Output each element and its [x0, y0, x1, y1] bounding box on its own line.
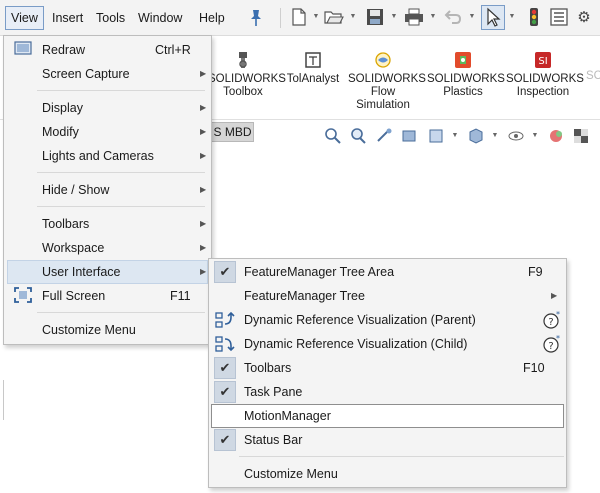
open-dropdown-icon[interactable]: ▼: [349, 13, 357, 21]
tolanalyst-icon: [303, 50, 323, 70]
apply-scene-icon[interactable]: [571, 126, 591, 146]
submenu-arrow-icon: ▶: [200, 69, 207, 78]
svg-text:*: *: [556, 335, 560, 343]
inspection-button[interactable]: SI SOLIDWORKS Inspection: [506, 50, 584, 99]
help-icon[interactable]: ? *: [543, 334, 561, 353]
checkmark-icon: ✔: [214, 429, 236, 451]
toolbox-icon: [233, 50, 253, 70]
undo-dropdown-icon[interactable]: ▼: [468, 13, 476, 21]
menu-item-user-interface[interactable]: User Interface ▶: [7, 260, 208, 284]
options-icon[interactable]: ⚙: [573, 6, 595, 28]
tolanalyst-button[interactable]: TolAnalyst: [284, 50, 342, 86]
submenu-arrow-icon: ▶: [200, 219, 207, 228]
user-interface-submenu: ✔ FeatureManager Tree Area F9 FeatureMan…: [208, 258, 567, 488]
new-dropdown-icon[interactable]: ▼: [312, 13, 320, 21]
menu-tools[interactable]: Tools: [91, 6, 130, 30]
submenu-arrow-icon: ▶: [200, 103, 207, 112]
print-icon[interactable]: [403, 6, 425, 28]
dynamic-annotation-icon[interactable]: [426, 126, 446, 146]
menu-window[interactable]: Window: [133, 6, 187, 30]
new-document-icon[interactable]: [288, 6, 310, 28]
menu-item-modify[interactable]: Modify ▶: [7, 120, 208, 144]
menu-item-featuremanager-tree[interactable]: FeatureManager Tree ▶: [211, 284, 564, 308]
menu-item-motionmanager[interactable]: MotionManager: [211, 404, 564, 428]
svg-text:SI: SI: [538, 56, 547, 67]
rebuild-icon[interactable]: [523, 6, 545, 28]
open-icon[interactable]: [323, 6, 345, 28]
submenu-arrow-icon: ▶: [200, 185, 207, 194]
section-view-icon[interactable]: [399, 126, 419, 146]
file-properties-icon[interactable]: [548, 6, 570, 28]
panel-edge: [0, 380, 4, 420]
view-menu: Redraw Ctrl+R Screen Capture ▶ Display ▶…: [3, 35, 212, 345]
menu-item-hide-show[interactable]: Hide / Show ▶: [7, 178, 208, 202]
menu-item-status-bar[interactable]: ✔ Status Bar: [211, 428, 564, 452]
menu-item-display[interactable]: Display ▶: [7, 96, 208, 120]
menu-item-task-pane[interactable]: ✔ Task Pane: [211, 380, 564, 404]
menu-item-toolbars-toggle[interactable]: ✔ Toolbars F10: [211, 356, 564, 380]
checkmark-icon: ✔: [214, 357, 236, 379]
menu-view[interactable]: View: [5, 6, 44, 30]
menu-item-lights-cameras[interactable]: Lights and Cameras ▶: [7, 144, 208, 168]
menu-bar: View Insert Tools Window Help ▼ ▼ ▼ ▼ ▼ …: [0, 0, 600, 36]
pin-icon[interactable]: [248, 9, 264, 27]
menu-item-dynamic-reference-child[interactable]: Dynamic Reference Visualization (Child) …: [211, 332, 564, 356]
submenu-arrow-icon: ▶: [200, 243, 207, 252]
svg-text:?: ?: [548, 341, 553, 352]
menu-item-toolbars[interactable]: Toolbars ▶: [7, 212, 208, 236]
menu-help[interactable]: Help: [194, 6, 230, 30]
menu-item-workspace[interactable]: Workspace ▶: [7, 236, 208, 260]
checkmark-icon: ✔: [214, 261, 236, 283]
save-icon[interactable]: [364, 6, 386, 28]
ribbon-overflow-label: SC: [586, 70, 600, 82]
print-dropdown-icon[interactable]: ▼: [429, 13, 437, 21]
select-icon[interactable]: [481, 5, 505, 30]
svg-text:*: *: [556, 311, 560, 319]
menu-insert[interactable]: Insert: [47, 6, 88, 30]
menu-item-customize-menu-ui[interactable]: Customize Menu: [211, 462, 564, 486]
full-screen-icon: [14, 287, 32, 303]
plastics-icon: [453, 50, 473, 70]
select-dropdown-icon[interactable]: ▼: [508, 13, 516, 21]
hide-show-items-icon[interactable]: [506, 126, 526, 146]
edit-appearance-icon[interactable]: [546, 126, 566, 146]
flow-simulation-icon: [373, 50, 393, 70]
submenu-arrow-icon: ▶: [200, 127, 207, 136]
view-orientation-dropdown-icon[interactable]: ▼: [451, 132, 459, 140]
zoom-to-fit-icon[interactable]: [323, 126, 343, 146]
redraw-icon: [14, 41, 32, 57]
inspection-icon: SI: [533, 50, 553, 70]
display-style-dropdown-icon[interactable]: ▼: [491, 132, 499, 140]
menu-item-full-screen[interactable]: Full Screen F11: [7, 284, 208, 308]
toolbox-button[interactable]: SOLIDWORKS Toolbox: [208, 50, 286, 99]
zoom-to-area-icon[interactable]: [348, 126, 368, 146]
svg-text:?: ?: [548, 317, 553, 328]
menu-item-redraw[interactable]: Redraw Ctrl+R: [7, 38, 208, 62]
submenu-arrow-icon: ▶: [200, 151, 207, 160]
previous-view-icon[interactable]: [374, 126, 394, 146]
tab-mbd[interactable]: S MBD: [211, 122, 254, 142]
menu-item-screen-capture[interactable]: Screen Capture ▶: [7, 62, 208, 86]
display-style-icon[interactable]: [466, 126, 486, 146]
menu-item-customize-menu[interactable]: Customize Menu: [7, 318, 208, 342]
checkmark-icon: ✔: [214, 381, 236, 403]
dynamic-reference-parent-icon: [215, 311, 235, 329]
flow-simulation-button[interactable]: SOLIDWORKS Flow Simulation: [348, 50, 426, 112]
undo-icon[interactable]: [442, 6, 464, 28]
hide-show-dropdown-icon[interactable]: ▼: [531, 132, 539, 140]
help-icon[interactable]: ? *: [543, 310, 561, 329]
submenu-arrow-icon: ▶: [551, 291, 558, 300]
plastics-button[interactable]: SOLIDWORKS Plastics: [427, 50, 505, 99]
menu-item-dynamic-reference-parent[interactable]: Dynamic Reference Visualization (Parent)…: [211, 308, 564, 332]
dynamic-reference-child-icon: [215, 335, 235, 353]
save-dropdown-icon[interactable]: ▼: [390, 13, 398, 21]
menu-item-featuremanager-tree-area[interactable]: ✔ FeatureManager Tree Area F9: [211, 260, 564, 284]
submenu-arrow-icon: ▶: [200, 267, 207, 276]
